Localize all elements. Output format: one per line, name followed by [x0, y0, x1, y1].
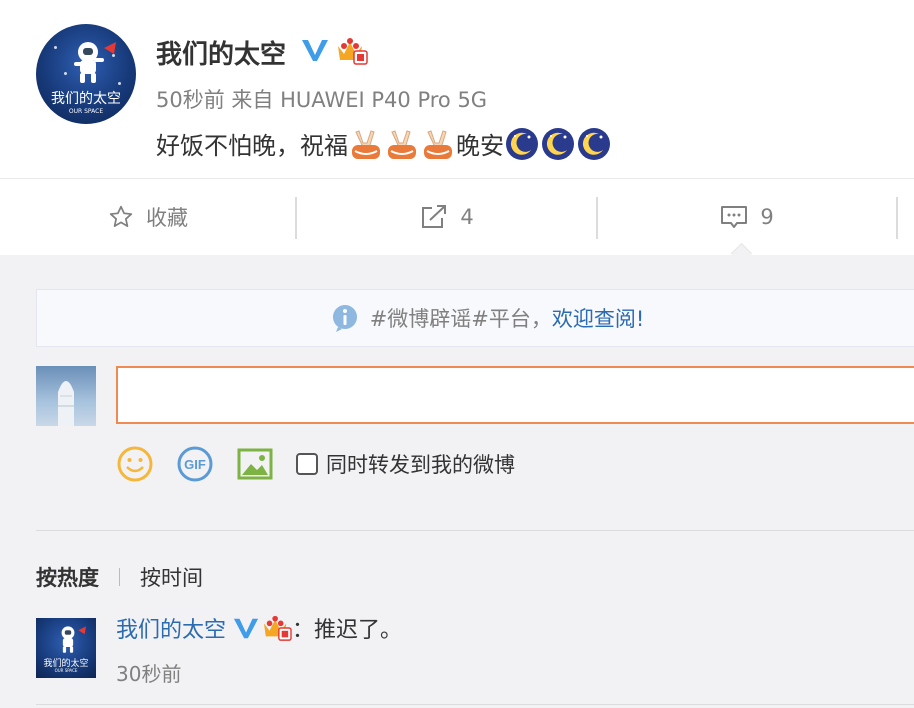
avatar-sublabel: OUR SPACE: [68, 108, 104, 115]
sort-by-heat[interactable]: 按热度: [36, 562, 99, 592]
astronaut-icon: [61, 626, 86, 653]
sort-by-time[interactable]: 按时间: [140, 562, 203, 592]
vip-crown-icon[interactable]: [262, 614, 292, 642]
sort-separator: [119, 568, 120, 586]
source-device[interactable]: HUAWEI P40 Pro 5G: [280, 88, 487, 112]
emoji-button[interactable]: [116, 445, 154, 483]
comment-input[interactable]: [116, 366, 914, 424]
action-divider: [896, 197, 898, 239]
author-name[interactable]: 我们的太空: [156, 34, 286, 71]
post-timestamp: 50秒前: [156, 88, 225, 112]
section-divider: [36, 530, 914, 531]
notice-link[interactable]: 欢迎查阅!: [552, 303, 644, 333]
svg-text:GIF: GIF: [184, 457, 206, 472]
current-user-avatar[interactable]: [36, 366, 96, 426]
forward-checkbox-label[interactable]: 同时转发到我的微博: [326, 449, 515, 479]
avatar-star: [54, 46, 57, 49]
post-meta: 50秒前 来自 HUAWEI P40 Pro 5G: [156, 84, 487, 114]
post-content: 好饭不怕晚，祝福 晚安: [156, 126, 612, 161]
source-prefix: 来自: [231, 88, 274, 112]
comment-count: 9: [760, 205, 774, 229]
moon-emoji-icon: [578, 127, 610, 160]
bless-emoji-icon: [352, 129, 380, 159]
favorite-label: 收藏: [146, 206, 188, 230]
comment-separator: ：: [292, 618, 315, 643]
comment-button[interactable]: 9: [598, 179, 896, 255]
avatar-label: 我们的太空: [51, 91, 121, 107]
vip-crown-icon[interactable]: [336, 36, 368, 66]
gif-button[interactable]: GIF: [176, 445, 214, 483]
comment-text: 推迟了。: [314, 618, 403, 643]
bless-emoji-icon: [388, 129, 416, 159]
author-avatar[interactable]: 我们的太空 OUR SPACE: [36, 24, 136, 124]
image-icon: [237, 448, 273, 480]
comment-author-avatar[interactable]: 我们的太空 OUR SPACE: [36, 618, 96, 678]
gif-icon: GIF: [177, 446, 213, 482]
verified-icon: [233, 618, 259, 639]
post-card: 我们的太空 OUR SPACE 我们的太空 50秒前 来自 HUAWEI P40…: [0, 0, 914, 178]
star-icon: [109, 205, 133, 227]
bless-emoji-icon: [424, 129, 452, 159]
moon-emoji-icon: [542, 127, 574, 160]
comment-timestamp: 30秒前: [116, 662, 182, 686]
composer-toolbar: GIF 同时转发到我的微博: [116, 444, 515, 484]
comment-body: 我们的太空 ： 推迟了。: [116, 612, 402, 644]
post-text-part2: 晚安: [456, 132, 504, 160]
comment-author-name[interactable]: 我们的太空: [116, 612, 226, 644]
notice-text: #微博辟谣#平台，: [369, 307, 552, 331]
share-icon: [422, 205, 447, 228]
avatar-star: [118, 82, 121, 85]
verified-icon: [302, 40, 328, 61]
astronaut-icon: [74, 42, 116, 83]
info-icon: [332, 305, 357, 332]
image-button[interactable]: [236, 447, 274, 481]
rumor-notice-banner: #微博辟谣#平台， 欢迎查阅!: [36, 289, 914, 347]
post-action-bar: 收藏 4 9: [0, 178, 914, 255]
comment-sort-bar: 按热度 按时间: [36, 562, 203, 592]
comment-avatar-sublabel: OUR SPACE: [54, 668, 78, 673]
forward-checkbox[interactable]: [296, 453, 318, 475]
section-divider: [36, 704, 914, 705]
comment-icon: [721, 206, 748, 228]
rocket-icon: [58, 381, 74, 426]
moon-emoji-icon: [506, 127, 538, 160]
repost-count: 4: [460, 205, 474, 229]
post-text-part1: 好饭不怕晚，祝福: [156, 132, 348, 160]
repost-button[interactable]: 4: [297, 179, 597, 255]
favorite-button[interactable]: 收藏: [0, 179, 296, 255]
smiley-icon: [117, 446, 153, 482]
